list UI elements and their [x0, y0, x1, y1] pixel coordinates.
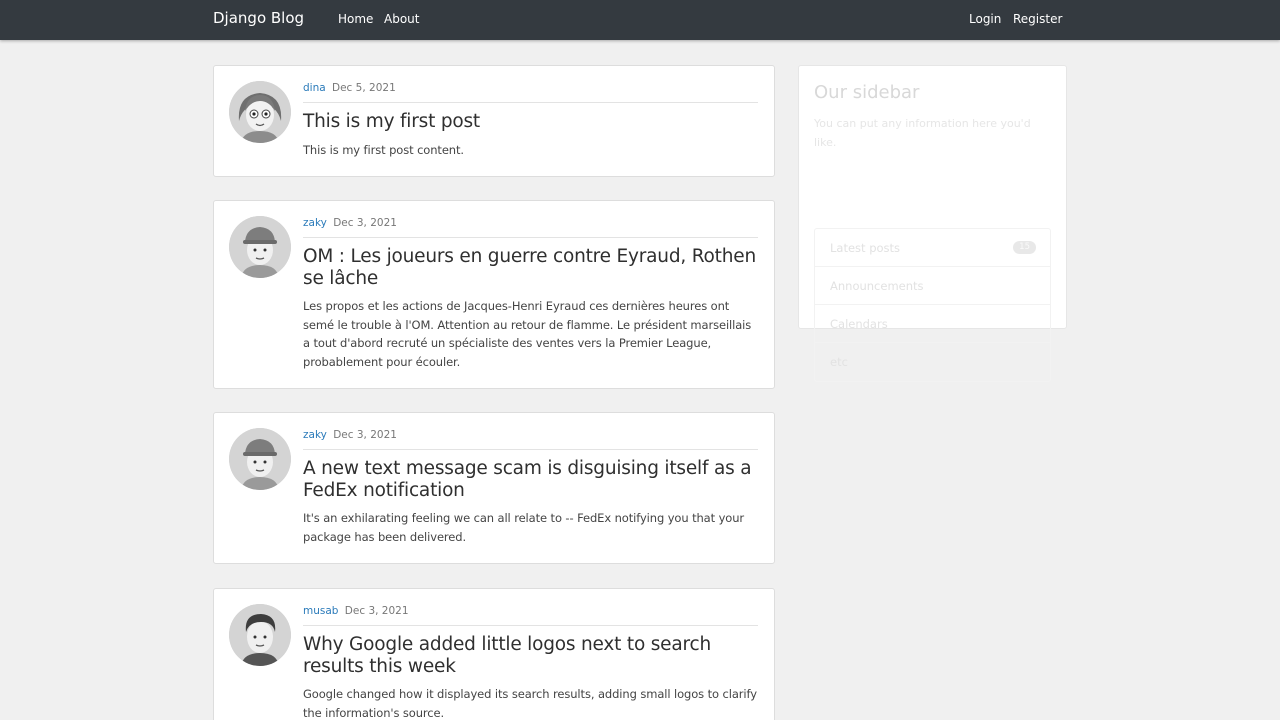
- count-badge: 15: [1013, 241, 1036, 254]
- male-user-cap-avatar-icon: [229, 216, 291, 278]
- post-author-link[interactable]: dina: [303, 82, 326, 94]
- post-meta: musab Dec 3, 2021: [303, 605, 758, 626]
- post-card: musab Dec 3, 2021 Why Google added littl…: [213, 588, 775, 720]
- post-card: zaky Dec 3, 2021 A new text message scam…: [213, 412, 775, 564]
- sidebar-list: Latest posts 15 Announcements Calendars …: [814, 228, 1051, 382]
- post-content: This is my first post content.: [303, 142, 464, 157]
- post-author-link[interactable]: zaky: [303, 217, 327, 229]
- sidebar-item-latest-posts[interactable]: Latest posts 15: [815, 229, 1050, 267]
- sidebar: Our sidebar You can put any information …: [798, 65, 1067, 382]
- sidebar-item-label: etc: [830, 355, 848, 369]
- post-content: Les propos et les actions de Jacques-Hen…: [303, 299, 752, 369]
- post-date: Dec 3, 2021: [333, 217, 397, 229]
- nav-about-link[interactable]: About: [384, 12, 419, 26]
- sidebar-item-label: Latest posts: [830, 241, 901, 255]
- male-user-avatar-icon: [229, 604, 291, 666]
- post-title-link[interactable]: OM : Les joueurs en guerre contre Eyraud…: [303, 246, 758, 289]
- top-navbar: Django Blog Home About Login Register: [0, 0, 1280, 40]
- nav-home-link[interactable]: Home: [338, 12, 373, 26]
- sidebar-item-announcements[interactable]: Announcements: [815, 267, 1050, 305]
- post-title-link[interactable]: Why Google added little logos next to se…: [303, 634, 758, 677]
- post-content: Google changed how it displayed its sear…: [303, 687, 757, 720]
- sidebar-item-label: Announcements: [830, 279, 924, 293]
- brand-link[interactable]: Django Blog: [213, 9, 304, 27]
- sidebar-item-label: Calendars: [830, 317, 888, 331]
- post-author-link[interactable]: zaky: [303, 429, 327, 441]
- post-meta: zaky Dec 3, 2021: [303, 217, 758, 238]
- female-user-avatar-icon: [229, 81, 291, 143]
- nav-register-link[interactable]: Register: [1013, 12, 1062, 26]
- post-card: zaky Dec 3, 2021 OM : Les joueurs en gue…: [213, 200, 775, 389]
- post-title-link[interactable]: A new text message scam is disguising it…: [303, 458, 758, 501]
- post-card: dina Dec 5, 2021 This is my first post T…: [213, 65, 775, 177]
- post-author-link[interactable]: musab: [303, 605, 338, 617]
- sidebar-item-calendars[interactable]: Calendars: [815, 305, 1050, 343]
- post-date: Dec 3, 2021: [344, 605, 409, 617]
- sidebar-description: You can put any information here you'd l…: [814, 117, 1031, 149]
- post-meta: zaky Dec 3, 2021: [303, 429, 758, 450]
- nav-login-link[interactable]: Login: [969, 12, 1001, 26]
- male-user-cap-avatar-icon: [229, 428, 291, 490]
- sidebar-title: Our sidebar: [814, 82, 920, 103]
- post-date: Dec 5, 2021: [332, 82, 396, 94]
- post-title-link[interactable]: This is my first post: [303, 111, 758, 133]
- post-content: It's an exhilarating feeling we can all …: [303, 511, 745, 544]
- post-date: Dec 3, 2021: [333, 429, 397, 441]
- sidebar-item-etc[interactable]: etc: [815, 343, 1050, 381]
- post-meta: dina Dec 5, 2021: [303, 82, 758, 103]
